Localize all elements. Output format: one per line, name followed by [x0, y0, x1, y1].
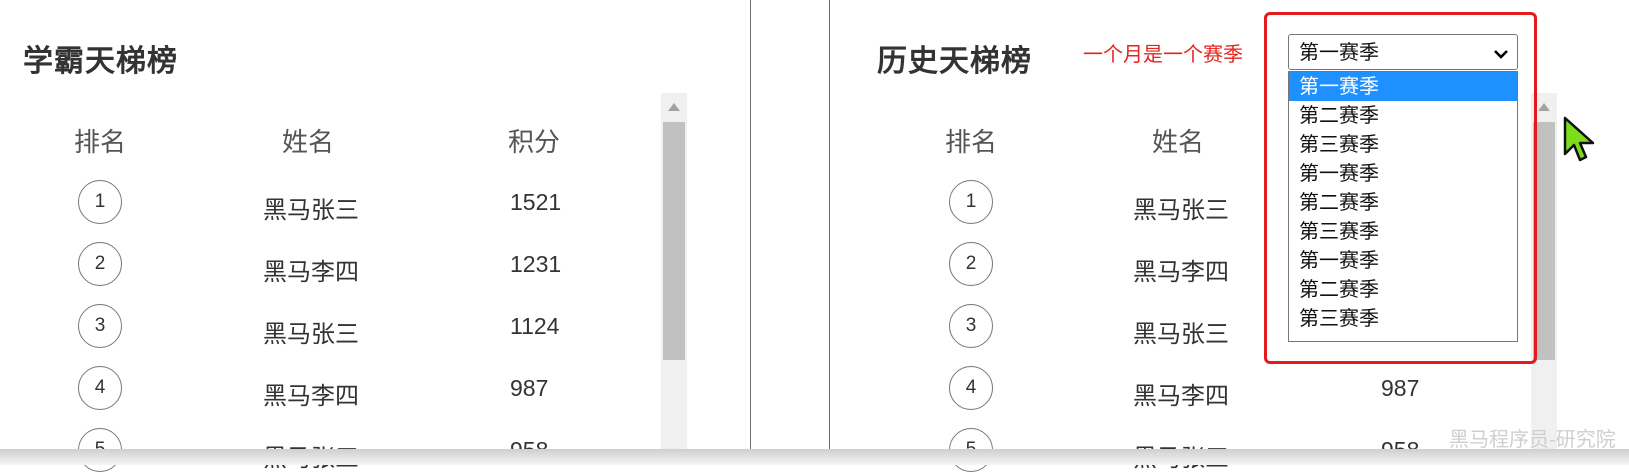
student-name: 黑马张三	[1133, 320, 1229, 348]
student-score: 987	[1381, 375, 1420, 401]
student-name: 黑马张三	[263, 196, 359, 224]
left-scrollbar-thumb[interactable]	[663, 122, 685, 360]
student-score: 1521	[510, 189, 562, 215]
student-score: 1231	[510, 251, 562, 277]
season-annotation-note: 一个月是一个赛季	[1083, 42, 1243, 66]
score-header: 积分	[508, 128, 561, 158]
rank-badge: 1	[949, 180, 993, 224]
student-score: 1124	[510, 313, 560, 339]
mouse-cursor-icon	[1563, 116, 1599, 168]
student-name: 黑马李四	[1133, 258, 1229, 286]
rank-badge: 4	[78, 366, 122, 410]
student-name: 黑马张三	[263, 320, 359, 348]
watermark: 黑马程序员-研究院	[1449, 427, 1616, 451]
student-score: 987	[510, 375, 549, 401]
student-name: 黑马李四	[263, 382, 359, 410]
student-name: 黑马李四	[263, 258, 359, 286]
scroll-up-arrow-icon[interactable]	[1538, 103, 1550, 111]
divider-right	[829, 0, 830, 450]
name-header: 姓名	[1152, 128, 1205, 158]
scroll-up-arrow-icon[interactable]	[668, 103, 680, 111]
student-name: 黑马张三	[1133, 196, 1229, 224]
rank-badge: 2	[949, 242, 993, 286]
annotation-highlight-box	[1264, 12, 1537, 364]
rank-badge: 3	[78, 304, 122, 348]
divider-left	[750, 0, 751, 450]
rank-header: 排名	[945, 128, 998, 158]
rank-badge: 2	[78, 242, 122, 286]
right-panel-title: 历史天梯榜	[877, 44, 1032, 79]
bottom-edge-shadow	[0, 449, 1629, 465]
name-header: 姓名	[282, 128, 335, 158]
rank-badge: 4	[949, 366, 993, 410]
rank-badge: 1	[78, 180, 122, 224]
rank-header: 排名	[74, 128, 127, 158]
rank-badge: 3	[949, 304, 993, 348]
student-name: 黑马李四	[1133, 382, 1229, 410]
left-panel-title: 学霸天梯榜	[23, 44, 178, 79]
